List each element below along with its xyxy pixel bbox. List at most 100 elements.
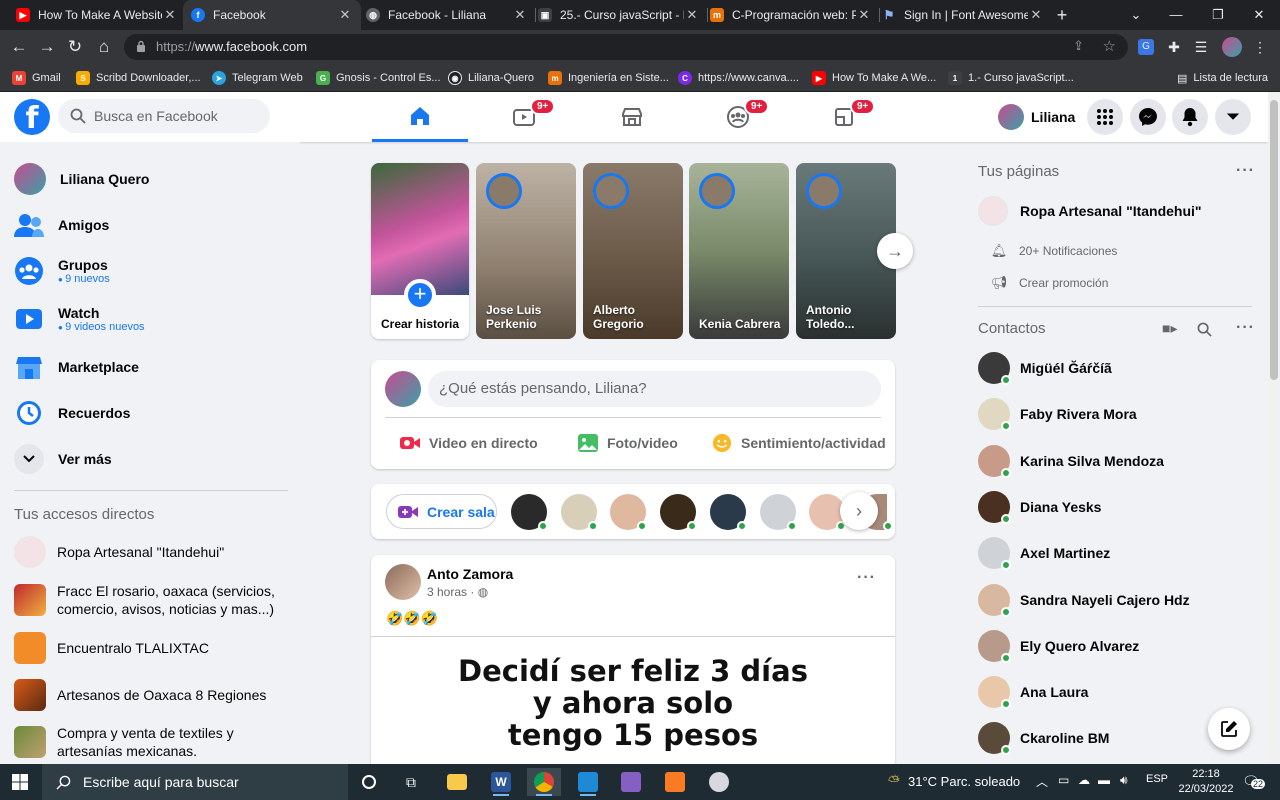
translate-extension-icon[interactable]: G <box>1138 39 1154 55</box>
create-story-card[interactable]: + Crear historia <box>371 163 469 339</box>
create-room-button[interactable]: Crear sala <box>386 494 497 529</box>
home-button[interactable]: ⌂ <box>93 36 115 58</box>
feeling-activity-button[interactable]: Sentimiento/actividad <box>711 431 886 455</box>
messenger-button[interactable] <box>1130 99 1166 135</box>
onedrive-icon[interactable]: ☁ <box>1078 773 1090 787</box>
tab-font-awesome[interactable]: ⚑ Sign In | Font Awesome ✕ <box>874 0 1052 30</box>
post-author[interactable]: Anto Zamora <box>427 566 513 582</box>
menu-grid-button[interactable] <box>1087 99 1123 135</box>
rooms-next-button[interactable]: › <box>840 492 878 530</box>
search-contacts-icon[interactable] <box>1197 322 1212 340</box>
shortcut-item[interactable]: Compra y venta de textiles y artesanías … <box>14 724 286 760</box>
task-view-button[interactable]: ⧉ <box>394 768 428 796</box>
nav-groups-tab[interactable]: 9+ <box>690 92 786 142</box>
more-options-icon[interactable]: ··· <box>857 569 876 587</box>
bookmark-telegram[interactable]: ➤ Telegram Web <box>212 68 303 88</box>
nav-watch-tab[interactable]: 9+ <box>476 92 572 142</box>
vscode-button[interactable] <box>571 768 605 796</box>
volume-icon[interactable]: 🔊︎ <box>1120 773 1128 788</box>
bookmark-github[interactable]: ◉ Liliana-Quero <box>448 68 534 88</box>
create-promotion-link[interactable]: 📢︎ Crear promoción <box>990 275 1109 291</box>
reload-button[interactable]: ↻ <box>64 36 86 58</box>
new-tab-button[interactable]: + <box>1052 5 1072 25</box>
bookmark-star-icon[interactable]: ☆ <box>1103 37 1116 55</box>
share-icon[interactable]: ⇪ <box>1073 38 1084 54</box>
sidebar-item-marketplace[interactable]: Marketplace <box>14 347 284 387</box>
reading-list-button[interactable]: ▤ Lista de lectura <box>1177 68 1268 88</box>
minimize-button[interactable]: — <box>1155 0 1197 30</box>
tab-youtube[interactable]: ▶ How To Make A Website ✕ <box>8 0 186 30</box>
tab-facebook[interactable]: f Facebook ✕ <box>183 0 361 30</box>
network-icon[interactable]: ▭ <box>1058 773 1069 787</box>
contact-item[interactable]: Axel Martinez <box>978 537 1110 570</box>
tray-expand-icon[interactable]: ︿ <box>1036 773 1048 790</box>
taskbar-search-input[interactable]: Escribe aquí para buscar <box>42 764 348 800</box>
extensions-puzzle-icon[interactable]: ✚ <box>1164 37 1184 57</box>
visual-studio-button[interactable] <box>614 768 648 796</box>
photo-video-button[interactable]: Foto/video <box>577 431 678 455</box>
word-button[interactable]: W <box>484 768 518 796</box>
shortcut-item[interactable]: Ropa Artesanal "Itandehui" <box>14 536 286 568</box>
post-timestamp[interactable]: 3 horas · ◍ <box>427 585 488 599</box>
action-center-button[interactable]: 🗨︎22 <box>1242 773 1266 793</box>
back-button[interactable]: ← <box>8 36 30 58</box>
close-window-button[interactable]: ✕ <box>1238 0 1280 30</box>
room-avatar[interactable] <box>760 494 797 531</box>
new-room-video-icon[interactable]: ■▸ <box>1162 320 1177 337</box>
close-icon[interactable]: ✕ <box>512 7 528 23</box>
scrollbar-thumb[interactable] <box>1270 100 1278 380</box>
contact-item[interactable]: Ely Quero Alvarez <box>978 630 1139 663</box>
room-avatar[interactable] <box>610 494 647 531</box>
tab-search-chevron-icon[interactable]: ⌄ <box>1115 0 1157 30</box>
sidebar-item-friends[interactable]: Amigos <box>14 205 284 245</box>
sidebar-item-memories[interactable]: Recuerdos <box>14 393 284 433</box>
chrome-button[interactable] <box>527 768 561 796</box>
room-avatar[interactable] <box>511 494 548 531</box>
story-card[interactable]: Alberto Gregorio <box>583 163 683 339</box>
bookmark-canva[interactable]: Chttps://www.canva.... <box>678 68 799 88</box>
composer-input[interactable]: ¿Qué estás pensando, Liliana? <box>428 371 881 407</box>
shortcut-item[interactable]: Artesanos de Oaxaca 8 Regiones <box>14 679 286 711</box>
sidebar-item-watch[interactable]: Watch9 videos nuevos <box>14 299 284 339</box>
reading-list-icon[interactable]: ☰ <box>1191 37 1211 57</box>
tab-programacion-web[interactable]: m C-Programación web: Pr ✕ <box>702 0 880 30</box>
file-explorer-button[interactable] <box>440 768 474 796</box>
room-avatar[interactable] <box>710 494 747 531</box>
account-menu-button[interactable] <box>1215 99 1251 135</box>
search-input[interactable]: Busca en Facebook <box>58 99 270 133</box>
contact-item[interactable]: Karina Silva Mendoza <box>978 445 1164 478</box>
bookmark-curso-js[interactable]: 1 1.- Curso javaScript... <box>948 68 1074 88</box>
facebook-logo-icon[interactable]: f <box>14 99 50 136</box>
new-message-button[interactable] <box>1208 708 1250 750</box>
chrome-menu-icon[interactable]: ⋮ <box>1250 37 1270 57</box>
room-avatar[interactable] <box>561 494 598 531</box>
close-icon[interactable]: ✕ <box>1028 7 1044 23</box>
language-indicator[interactable]: ESP <box>1146 773 1168 785</box>
maximize-button[interactable]: ❐ <box>1197 0 1239 30</box>
nav-home-tab[interactable] <box>372 92 468 142</box>
app-button[interactable] <box>702 768 736 796</box>
weather-widget[interactable]: ⛅︎ 31°C Parc. soleado <box>888 773 1020 790</box>
xampp-button[interactable] <box>658 768 692 796</box>
system-clock[interactable]: 22:18 22/03/2022 <box>1176 767 1236 797</box>
close-icon[interactable]: ✕ <box>162 7 178 23</box>
live-video-button[interactable]: Video en directo <box>399 431 538 455</box>
bookmark-ingenieria[interactable]: m Ingeniería en Siste... <box>548 68 669 88</box>
bookmark-youtube[interactable]: ▶ How To Make A We... <box>812 68 936 88</box>
bookmark-gnosis[interactable]: G Gnosis - Control Es... <box>316 68 441 88</box>
contact-item[interactable]: Ana Laura <box>978 676 1088 709</box>
profile-shortcut[interactable]: Liliana <box>998 102 1075 132</box>
cortana-button[interactable] <box>352 768 386 796</box>
page-notifications-link[interactable]: 🔔︎ 20+ Notificaciones <box>990 243 1118 259</box>
post-image[interactable]: Decidí ser feliz 3 días y ahora solo ten… <box>371 655 895 751</box>
contact-item[interactable]: Sandra Nayeli Cajero Hdz <box>978 584 1190 617</box>
avatar[interactable] <box>385 564 421 600</box>
nav-marketplace-tab[interactable] <box>584 92 680 142</box>
address-bar[interactable]: https://www.facebook.com ⇪ ☆ <box>124 34 1128 60</box>
close-icon[interactable]: ✕ <box>684 7 700 23</box>
contact-item[interactable]: Ckaroline BM <box>978 722 1109 755</box>
close-icon[interactable]: ✕ <box>856 7 872 23</box>
bookmark-gmail[interactable]: M Gmail <box>12 68 61 88</box>
page-scrollbar[interactable] <box>1268 92 1280 764</box>
contact-item[interactable]: Diana Yesks <box>978 491 1101 524</box>
